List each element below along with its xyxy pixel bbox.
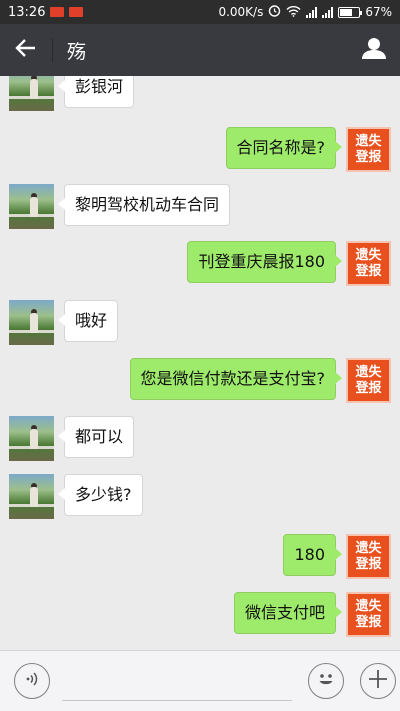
message-bubble[interactable]: 合同名称是? (225, 127, 342, 169)
message-row: 遗失 登报 180 (283, 534, 391, 579)
input-bar (0, 650, 400, 711)
message-bubble[interactable]: 微信支付吧 (233, 592, 343, 634)
chat-header: 殇 (0, 24, 400, 76)
notification-icon (69, 7, 84, 17)
message-row: 多少钱? (9, 474, 143, 519)
user-avatar[interactable]: 遗失 登报 (346, 127, 391, 172)
contact-avatar[interactable] (9, 300, 54, 345)
header-divider (52, 38, 53, 62)
alarm-icon (268, 4, 281, 20)
message-row: 都可以 (9, 416, 135, 461)
chat-info-button[interactable] (348, 24, 400, 76)
arrow-left-icon (15, 38, 37, 62)
avatar-text-line1: 遗失 (355, 133, 382, 149)
user-avatar[interactable]: 遗失 登报 (346, 358, 391, 403)
net-speed: 0.00K/s (218, 5, 264, 19)
avatar-text-line1: 遗失 (355, 364, 382, 380)
avatar-text-line1: 遗失 (355, 598, 382, 614)
user-avatar[interactable]: 遗失 登报 (346, 241, 391, 286)
more-button[interactable] (360, 663, 396, 699)
message-bubble[interactable]: 黎明驾校机动车合同 (57, 184, 231, 226)
message-bubble[interactable]: 您是微信付款还是支付宝? (129, 358, 342, 400)
wifi-icon (286, 5, 301, 20)
message-input[interactable] (62, 661, 292, 701)
emoji-icon (313, 666, 339, 696)
chat-title: 殇 (67, 40, 87, 63)
contact-avatar[interactable] (9, 474, 54, 519)
back-button[interactable] (0, 24, 52, 76)
signal-icon (306, 6, 318, 18)
avatar-text-line2: 登报 (355, 149, 382, 165)
notification-icon (50, 7, 65, 17)
message-row: 彭银河 (9, 76, 135, 111)
avatar-text-line2: 登报 (355, 263, 382, 279)
signal-icon (322, 6, 334, 18)
message-row: 遗失 登报 微信支付吧 (233, 592, 391, 637)
voice-button[interactable] (14, 663, 50, 699)
message-bubble[interactable]: 都可以 (57, 416, 135, 458)
person-icon (362, 37, 386, 63)
voice-icon (24, 670, 40, 692)
contact-avatar[interactable] (9, 416, 54, 461)
status-time: 13:26 (8, 4, 46, 20)
message-row: 黎明驾校机动车合同 (9, 184, 231, 229)
avatar-text-line2: 登报 (355, 556, 382, 572)
status-bar: 13:26 0.00K/s 67% (0, 0, 400, 24)
user-avatar[interactable]: 遗失 登报 (346, 534, 391, 579)
avatar-text-line2: 登报 (355, 614, 382, 630)
contact-avatar[interactable] (9, 184, 54, 229)
battery-icon (338, 6, 363, 18)
message-bubble[interactable]: 刊登重庆晨报180 (187, 241, 342, 283)
message-row: 遗失 登报 刊登重庆晨报180 (187, 241, 391, 286)
contact-avatar[interactable] (9, 76, 54, 111)
message-list[interactable]: 彭银河 遗失 登报 合同名称是? 黎明驾校机动车合同 遗失 登报 刊登重庆晨报180 哦好 遗失登… (0, 76, 400, 650)
avatar-text-line1: 遗失 (355, 247, 382, 263)
plus-icon (367, 668, 389, 694)
message-row: 遗失 登报 您是微信付款还是支付宝? (129, 358, 391, 403)
message-bubble[interactable]: 哦好 (57, 300, 119, 342)
avatar-text-line2: 登报 (355, 380, 382, 396)
message-bubble[interactable]: 多少钱? (58, 474, 143, 516)
user-avatar[interactable]: 遗失 登报 (346, 592, 391, 637)
message-row: 哦好 (9, 300, 119, 345)
message-row: 遗失 登报 合同名称是? (225, 127, 391, 172)
battery-percent: 67% (365, 5, 392, 19)
message-bubble[interactable]: 180 (283, 534, 342, 576)
avatar-text-line1: 遗失 (355, 540, 382, 556)
message-bubble[interactable]: 彭银河 (57, 76, 135, 108)
emoji-button[interactable] (308, 663, 344, 699)
